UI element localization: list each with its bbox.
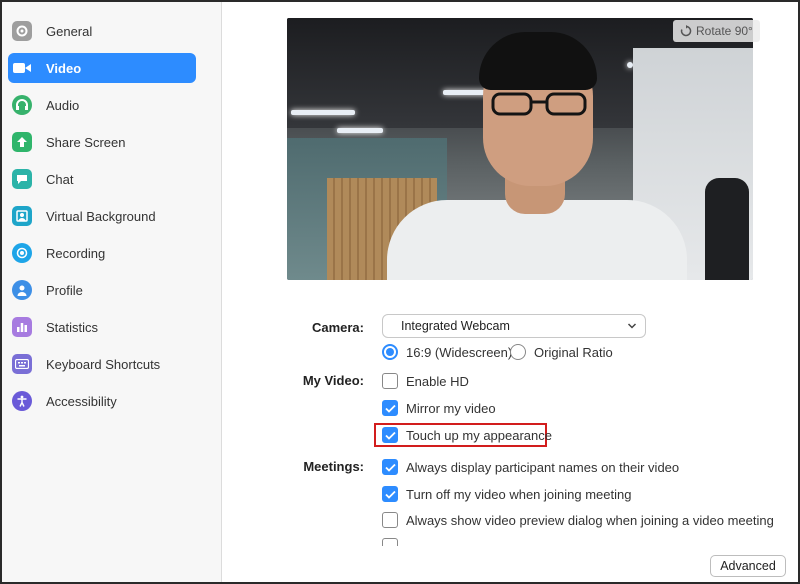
video-preview xyxy=(287,18,753,280)
advanced-button[interactable]: Advanced xyxy=(710,555,786,577)
option-label: Turn off my video when joining meeting xyxy=(406,486,632,502)
rotate-label: Rotate 90° xyxy=(696,24,753,38)
chat-icon xyxy=(12,169,32,189)
checkbox-mirror-video[interactable] xyxy=(382,400,398,416)
ratio-option-widescreen[interactable]: 16:9 (Widescreen) xyxy=(382,344,512,360)
profile-icon xyxy=(12,280,32,300)
sidebar-item-label: Recording xyxy=(46,245,106,261)
checkbox-touch-up-appearance[interactable] xyxy=(382,427,398,443)
share-screen-icon xyxy=(12,132,32,152)
option-video-preview-dialog[interactable]: Always show video preview dialog when jo… xyxy=(382,512,774,528)
check-icon xyxy=(384,490,396,499)
sidebar-item-label: Video xyxy=(46,60,82,76)
ratio-option-label: 16:9 (Widescreen) xyxy=(406,344,513,360)
check-icon xyxy=(384,463,396,472)
statistics-icon xyxy=(12,317,32,337)
option-turn-off-video[interactable]: Turn off my video when joining meeting xyxy=(382,486,631,502)
sidebar-item-general[interactable]: General xyxy=(8,16,196,46)
settings-window: General Video Audio Share Screen Chat Vi… xyxy=(0,0,800,584)
option-touch-up-appearance[interactable]: Touch up my appearance xyxy=(382,427,552,443)
sidebar-item-statistics[interactable]: Statistics xyxy=(8,312,196,342)
sidebar-item-share-screen[interactable]: Share Screen xyxy=(8,127,196,157)
meetings-label: Meetings: xyxy=(303,459,364,474)
sidebar-item-chat[interactable]: Chat xyxy=(8,164,196,194)
option-label: Enable HD xyxy=(406,373,469,389)
checkbox-enable-hd[interactable] xyxy=(382,373,398,389)
sidebar-item-audio[interactable]: Audio xyxy=(8,90,196,120)
checkbox-video-preview-dialog[interactable] xyxy=(382,512,398,528)
ceiling-light xyxy=(291,110,355,115)
camera-select[interactable]: Integrated Webcam xyxy=(382,314,646,338)
check-icon xyxy=(384,431,396,440)
my-video-label: My Video: xyxy=(302,373,364,388)
radio-original-ratio[interactable] xyxy=(510,344,526,360)
checkbox-display-names[interactable] xyxy=(382,459,398,475)
sidebar-item-profile[interactable]: Profile xyxy=(8,275,196,305)
accessibility-icon xyxy=(12,391,32,411)
sidebar: General Video Audio Share Screen Chat Vi… xyxy=(2,2,222,582)
ratio-option-original[interactable]: Original Ratio xyxy=(510,344,613,360)
radio-widescreen[interactable] xyxy=(382,344,398,360)
sidebar-item-label: Chat xyxy=(46,171,74,187)
option-display-names[interactable]: Always display participant names on thei… xyxy=(382,459,679,475)
virtual-background-icon xyxy=(12,206,32,226)
option-mirror-video[interactable]: Mirror my video xyxy=(382,400,496,416)
sidebar-item-keyboard-shortcuts[interactable]: Keyboard Shortcuts xyxy=(8,349,196,379)
person-glasses xyxy=(491,92,587,116)
checkbox-turn-off-video[interactable] xyxy=(382,486,398,502)
sidebar-item-video[interactable]: Video xyxy=(8,53,196,83)
sidebar-item-recording[interactable]: Recording xyxy=(8,238,196,268)
sidebar-item-virtual-background[interactable]: Virtual Background xyxy=(8,201,196,231)
keyboard-icon xyxy=(12,354,32,374)
sidebar-item-label: Share Screen xyxy=(46,134,126,150)
sidebar-item-label: Statistics xyxy=(46,319,99,335)
sidebar-item-label: General xyxy=(46,23,93,39)
ceiling-light xyxy=(337,128,383,133)
chevron-down-icon xyxy=(627,323,637,329)
recording-icon xyxy=(12,243,32,263)
camera-label: Camera: xyxy=(311,320,364,335)
video-camera-icon xyxy=(12,58,32,78)
sidebar-item-label: Virtual Background xyxy=(46,208,156,224)
check-icon xyxy=(384,404,396,413)
option-enable-hd[interactable]: Enable HD xyxy=(382,373,469,389)
sidebar-item-accessibility[interactable]: Accessibility xyxy=(8,386,196,416)
sidebar-item-label: Accessibility xyxy=(46,393,117,409)
sidebar-item-label: Profile xyxy=(46,282,83,298)
partially-visible-option xyxy=(382,538,542,546)
option-label: Mirror my video xyxy=(406,400,496,416)
rotate-button[interactable]: Rotate 90° xyxy=(673,20,760,42)
camera-select-value: Integrated Webcam xyxy=(401,319,510,333)
headphones-icon xyxy=(12,95,32,115)
gear-icon xyxy=(12,21,32,41)
rotate-icon xyxy=(680,25,692,37)
office-chair xyxy=(705,178,749,280)
ratio-option-label: Original Ratio xyxy=(534,344,613,360)
option-label: Always display participant names on thei… xyxy=(406,459,680,475)
option-label: Always show video preview dialog when jo… xyxy=(406,512,774,528)
checkbox-partial[interactable] xyxy=(382,538,398,546)
sidebar-item-label: Keyboard Shortcuts xyxy=(46,356,161,372)
option-label: Touch up my appearance xyxy=(406,427,552,443)
sidebar-item-label: Audio xyxy=(46,97,80,113)
